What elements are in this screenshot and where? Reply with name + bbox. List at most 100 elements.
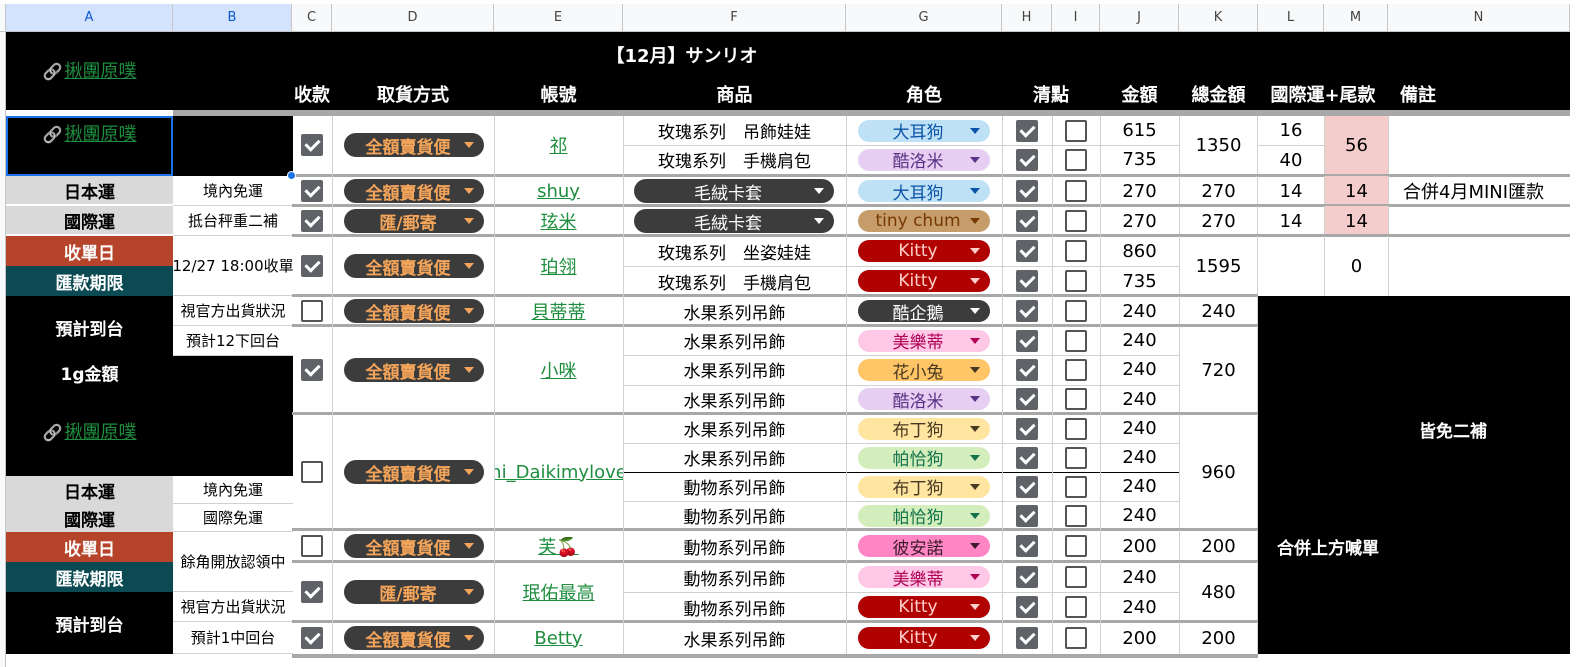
link-text[interactable]: 🔗 揪團原噗	[43, 418, 137, 444]
column-header-A[interactable]: A	[6, 4, 173, 32]
checked-checkbox[interactable]	[1016, 180, 1038, 202]
character-dropdown[interactable]: 酷企鵝	[858, 300, 990, 324]
link-label[interactable]: 揪團原噗	[64, 124, 136, 145]
checked-checkbox[interactable]	[1016, 475, 1038, 498]
character-dropdown[interactable]: Kitty	[858, 627, 990, 649]
checked-checkbox[interactable]	[1016, 148, 1038, 171]
checked-checkbox[interactable]	[1016, 446, 1038, 469]
character-dropdown[interactable]: Kitty	[858, 596, 990, 618]
product-dropdown[interactable]: 毛絨卡套	[634, 209, 834, 234]
checked-checkbox[interactable]	[1016, 535, 1038, 557]
column-header-J[interactable]: J	[1100, 4, 1179, 32]
verified-checkbox[interactable]	[1065, 148, 1087, 171]
pickup-dropdown[interactable]: 匯/郵寄	[344, 580, 484, 605]
checked-checkbox[interactable]	[1016, 119, 1038, 142]
verified-checkbox[interactable]	[1065, 627, 1087, 649]
verified-checkbox[interactable]	[1065, 446, 1087, 469]
column-header-K[interactable]: K	[1179, 4, 1258, 32]
pickup-dropdown[interactable]: 全額賣貨便	[344, 179, 484, 204]
checked-checkbox[interactable]	[1016, 596, 1038, 618]
verified-checkbox[interactable]	[1065, 535, 1087, 557]
pickup-dropdown[interactable]: 全額賣貨便	[344, 534, 484, 559]
checked-checkbox[interactable]	[1016, 300, 1038, 322]
paid-checkbox[interactable]	[301, 180, 323, 202]
paid-checkbox[interactable]	[301, 255, 323, 277]
character-dropdown[interactable]: 大耳狗	[858, 119, 990, 143]
character-dropdown[interactable]: Kitty	[858, 240, 990, 262]
checked-checkbox[interactable]	[1016, 504, 1038, 527]
character-dropdown[interactable]: 布丁狗	[858, 475, 990, 499]
paid-checkbox[interactable]	[301, 461, 323, 483]
checked-checkbox[interactable]	[1016, 388, 1038, 411]
verified-checkbox[interactable]	[1065, 210, 1087, 232]
verified-checkbox[interactable]	[1065, 504, 1087, 527]
column-header-E[interactable]: E	[494, 4, 623, 32]
account-link[interactable]: 珉佑最高	[523, 579, 595, 605]
column-header-L[interactable]: L	[1258, 4, 1324, 32]
account-link[interactable]: 祁	[550, 132, 568, 158]
character-dropdown[interactable]: 大耳狗	[858, 180, 990, 204]
paid-checkbox[interactable]	[301, 210, 323, 232]
verified-checkbox[interactable]	[1065, 329, 1087, 352]
pickup-dropdown[interactable]: 全額賣貨便	[344, 254, 484, 279]
account-link[interactable]: 玹米	[541, 208, 577, 234]
column-header-M[interactable]: M	[1324, 4, 1388, 32]
account-link[interactable]: shuy	[537, 181, 580, 202]
paid-checkbox[interactable]	[301, 581, 323, 603]
character-dropdown[interactable]: 帕恰狗	[858, 504, 990, 528]
paid-checkbox[interactable]	[301, 627, 323, 649]
character-dropdown[interactable]: 美樂蒂	[858, 566, 990, 590]
pickup-dropdown[interactable]: 全額賣貨便	[344, 626, 484, 651]
paid-checkbox[interactable]	[301, 134, 323, 156]
account-link[interactable]: Betty	[534, 628, 582, 649]
account-link[interactable]: 芙🍒	[538, 533, 578, 559]
pickup-dropdown[interactable]: 全額賣貨便	[344, 460, 484, 485]
paid-checkbox[interactable]	[301, 535, 323, 557]
verified-checkbox[interactable]	[1065, 180, 1087, 202]
verified-checkbox[interactable]	[1065, 240, 1087, 262]
column-header-F[interactable]: F	[623, 4, 846, 32]
link-text[interactable]: 🔗 揪團原噗	[43, 120, 137, 146]
character-dropdown[interactable]: 彼安諾	[858, 535, 990, 559]
link-label[interactable]: 揪團原噗	[64, 422, 136, 443]
column-header-I[interactable]: I	[1052, 4, 1100, 32]
column-header-B[interactable]: B	[173, 4, 292, 32]
checked-checkbox[interactable]	[1016, 329, 1038, 352]
checked-checkbox[interactable]	[1016, 627, 1038, 649]
verified-checkbox[interactable]	[1065, 417, 1087, 440]
verified-checkbox[interactable]	[1065, 388, 1087, 411]
column-header-G[interactable]: G	[846, 4, 1002, 32]
pickup-dropdown[interactable]: 全額賣貨便	[344, 133, 484, 158]
character-dropdown[interactable]: 酷洛米	[858, 148, 990, 172]
character-dropdown[interactable]: tiny chum	[858, 210, 990, 232]
account-link[interactable]: 小咪	[541, 357, 577, 383]
character-dropdown[interactable]: 布丁狗	[858, 417, 990, 441]
account-link[interactable]: 貝蒂蒂	[532, 298, 586, 324]
column-header-H[interactable]: H	[1002, 4, 1052, 32]
pickup-dropdown[interactable]: 全額賣貨便	[344, 299, 484, 324]
pickup-dropdown[interactable]: 全額賣貨便	[344, 358, 484, 383]
column-header-C[interactable]: C	[292, 4, 332, 32]
checked-checkbox[interactable]	[1016, 417, 1038, 440]
product-dropdown[interactable]: 毛絨卡套	[634, 179, 834, 204]
verified-checkbox[interactable]	[1065, 119, 1087, 142]
plurk-link-selected[interactable]: 🔗 揪團原噗	[6, 116, 173, 176]
plurk-link-bottom[interactable]: 🔗 揪團原噗	[6, 386, 173, 476]
character-dropdown[interactable]: Kitty	[858, 270, 990, 292]
verified-checkbox[interactable]	[1065, 475, 1087, 498]
column-header-N[interactable]: N	[1388, 4, 1570, 32]
account-link[interactable]: hi_Daikimylove	[494, 462, 623, 483]
character-dropdown[interactable]: 帕恰狗	[858, 446, 990, 470]
column-header-D[interactable]: D	[332, 4, 494, 32]
paid-checkbox[interactable]	[301, 300, 323, 322]
checked-checkbox[interactable]	[1016, 358, 1038, 381]
character-dropdown[interactable]: 花小兔	[858, 359, 990, 383]
checked-checkbox[interactable]	[1016, 566, 1038, 588]
checked-checkbox[interactable]	[1016, 270, 1038, 292]
selection-handle[interactable]	[287, 171, 296, 180]
character-dropdown[interactable]: 美樂蒂	[858, 329, 990, 353]
verified-checkbox[interactable]	[1065, 596, 1087, 618]
paid-checkbox[interactable]	[301, 359, 323, 381]
link-text[interactable]: 🔗 揪團原噗	[43, 57, 137, 83]
character-dropdown[interactable]: 酷洛米	[858, 388, 990, 412]
